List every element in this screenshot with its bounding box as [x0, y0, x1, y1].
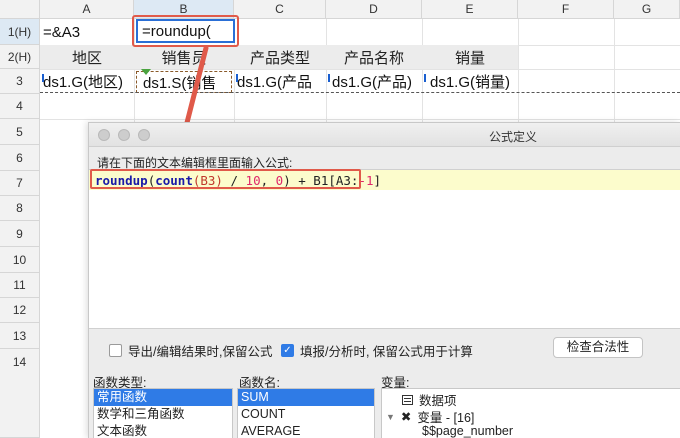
keep-formula-export-label: 导出/编辑结果时,保留公式 — [128, 345, 273, 359]
function-type-item[interactable]: 常用函数 — [94, 389, 232, 406]
function-name-item[interactable]: AVERAGE — [238, 423, 374, 438]
formula-callout-frame — [90, 169, 361, 189]
variable-icon: ✖ — [400, 410, 412, 424]
keep-formula-fill-option[interactable]: ✓ 填报/分析时, 保留公式用于计算 — [281, 341, 473, 360]
keep-formula-export-checkbox[interactable] — [109, 344, 122, 357]
formula-definition-dialog: 公式定义 请在下面的文本编辑框里面输入公式: roundup(count(B3)… — [88, 122, 680, 438]
minimize-window-button[interactable] — [118, 129, 130, 141]
formula-editor[interactable]: roundup(count(B3) / 10, 0) + B1[A3:-1] — [89, 169, 680, 329]
keep-formula-export-option[interactable]: 导出/编辑结果时,保留公式 — [109, 341, 272, 360]
function-type-item[interactable]: 文本函数 — [94, 423, 232, 438]
table-icon — [402, 394, 413, 405]
check-validity-button[interactable]: 检查合法性 — [553, 337, 643, 358]
tree-item-page-number[interactable]: $$page_number — [422, 424, 513, 438]
keep-formula-fill-label: 填报/分析时, 保留公式用于计算 — [300, 345, 473, 359]
function-name-item[interactable]: SUM — [238, 389, 374, 406]
dialog-titlebar[interactable]: 公式定义 — [89, 123, 680, 147]
function-name-item[interactable]: COUNT — [238, 406, 374, 423]
close-window-button[interactable] — [98, 129, 110, 141]
tree-item-label: $$page_number — [422, 424, 514, 438]
function-type-item[interactable]: 数学和三角函数 — [94, 406, 232, 423]
zoom-window-button[interactable] — [138, 129, 150, 141]
keep-formula-fill-checkbox[interactable]: ✓ — [281, 344, 294, 357]
variables-tree[interactable]: 数据项 ▼ ✖ 变量 - [16] $$page_number — [381, 388, 680, 438]
collapse-arrow-icon[interactable]: ▼ — [386, 412, 395, 422]
function-names-list[interactable]: SUM COUNT AVERAGE — [237, 388, 375, 438]
function-types-list[interactable]: 常用函数 数学和三角函数 文本函数 — [93, 388, 233, 438]
dialog-title: 公式定义 — [489, 130, 538, 144]
formula-close-bracket: ] — [373, 173, 382, 188]
